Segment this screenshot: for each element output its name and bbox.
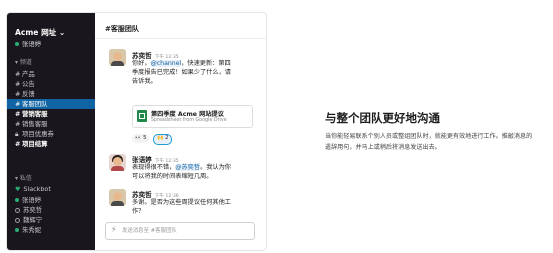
workspace-label: Acme 网址 <box>15 28 57 37</box>
hash-icon: # <box>15 110 21 118</box>
message-text-part: 表现得很不错， <box>132 164 176 171</box>
channel-label: 销售客服 <box>22 120 48 128</box>
channel-pane: #客服团队 苏奕哲 下午 12:35 你好，@channel，快速更新：第四季度报… <box>95 13 266 250</box>
file-subtitle: Spreadsheet from Google Drive <box>151 118 227 123</box>
sidebar-channel-feedback[interactable]: # 反馈 <box>7 89 95 99</box>
spreadsheet-icon <box>137 110 147 122</box>
online-status-icon <box>15 198 19 202</box>
channels-section-header[interactable]: ▾ 频道 <box>15 57 32 66</box>
hash-icon: # <box>15 80 21 88</box>
sidebar-channel-marketing-support[interactable]: # 营销客服 <box>7 109 95 119</box>
channel-label: 项目优惠券 <box>22 130 54 138</box>
hash-icon: # <box>15 120 21 128</box>
channel-label: 客服团队 <box>22 100 48 108</box>
message-input[interactable] <box>122 225 247 237</box>
dm-slackbot[interactable]: ♥ Slackbot <box>15 185 51 193</box>
heart-icon: ♥ <box>15 186 21 193</box>
dm-label: 张语婷 <box>22 196 42 204</box>
message-text-part: 你好， <box>132 60 151 67</box>
hash-icon: # <box>15 140 21 148</box>
file-attachment[interactable]: 第四季度 Acme 网站提议 Spreadsheet from Google D… <box>132 105 253 128</box>
dm-su-yizhe[interactable]: 苏奕哲 <box>15 205 42 214</box>
dm-header-label: 私信 <box>19 175 32 182</box>
current-user-name: 张语婷 <box>22 40 42 48</box>
sidebar-channel-support-team[interactable]: # 客服团队 <box>7 99 95 109</box>
file-title: 第四季度 Acme 网站提议 <box>151 111 224 118</box>
dm-wei-huining[interactable]: 魏辉宁 <box>15 215 42 224</box>
dm-label: 魏辉宁 <box>23 216 43 224</box>
channel-label: 公告 <box>22 80 35 88</box>
away-status-icon <box>15 217 20 223</box>
message-composer[interactable]: ⚡︎ <box>105 222 255 240</box>
channel-label: 产品 <box>22 70 35 78</box>
sidebar-channel-product[interactable]: # 产品 <box>7 69 95 79</box>
online-status-icon <box>15 228 19 232</box>
current-user[interactable]: 张语婷 <box>15 39 41 48</box>
message-text-part: 多谢。是否为这些周提议任何其他工作？ <box>132 199 231 215</box>
raised-hands-icon: 🙌 <box>157 135 164 141</box>
dm-section-header[interactable]: ▾ 私信 <box>15 173 32 182</box>
chevron-down-icon: ⌄ <box>56 28 66 37</box>
online-status-icon <box>15 42 19 46</box>
hash-icon: # <box>15 90 21 98</box>
dm-zhang-yuting[interactable]: 张语婷 <box>15 195 41 204</box>
lock-icon: 🔒︎ <box>15 130 19 138</box>
sidebar-channel-project-coupons[interactable]: 🔒︎ 项目优惠券 <box>7 129 95 139</box>
reaction-count: 5 <box>143 135 147 141</box>
workspace-name[interactable]: Acme 网址 ⌄ <box>15 27 65 38</box>
channel-title[interactable]: #客服团队 <box>105 24 139 34</box>
channel-mention[interactable]: @channel <box>150 60 182 67</box>
sidebar-channel-sales-support[interactable]: # 销售客服 <box>7 119 95 129</box>
avatar[interactable] <box>109 189 126 206</box>
dm-label: 苏奕哲 <box>23 206 43 214</box>
promo-description: 当你能轻易联系个别人员或整组团队时，就能更有效地进行工作。推敲消息的遣辞用句，并… <box>325 133 533 151</box>
sidebar-channel-announcements[interactable]: # 公告 <box>7 79 95 89</box>
channel-label: 反馈 <box>22 90 35 98</box>
message-text: 你好，@channel，快速更新：第四季度报告已完成！如果少了什么，请告诉我。 <box>132 59 234 86</box>
channel-label: 项目结算 <box>22 140 48 148</box>
dm-label: Slackbot <box>23 185 51 193</box>
sidebar: Acme 网址 ⌄ 张语婷 ▾ 频道 # 产品 # 公告 # 反馈 # 客服团队 # 营销… <box>7 13 95 250</box>
reaction-raised-hands[interactable]: 🙌 2 <box>153 134 173 145</box>
avatar[interactable] <box>109 154 126 171</box>
dm-zhu-xiuni[interactable]: 朱秀妮 <box>15 225 41 234</box>
message-text: 多谢。是否为这些周提议任何其他工作？ <box>132 198 234 216</box>
sidebar-channel-project-settlement[interactable]: # 项目结算 <box>7 139 95 149</box>
avatar[interactable] <box>109 49 126 66</box>
channel-label: 营销客服 <box>22 110 48 118</box>
user-mention[interactable]: @苏奕哲 <box>175 164 201 171</box>
message-text: 表现得很不错，@苏奕哲。我认为你可以将我的时间表缩短几周。 <box>132 163 236 181</box>
header-divider <box>95 38 266 39</box>
reaction-eyes[interactable]: 👀 5 <box>132 134 150 143</box>
away-status-icon <box>15 207 20 213</box>
promo-headline: 与整个团队更好地沟通 <box>325 111 440 125</box>
app-window: Acme 网址 ⌄ 张语婷 ▾ 频道 # 产品 # 公告 # 反馈 # 客服团队 # 营销… <box>7 13 266 250</box>
channels-header-label: 频道 <box>19 59 32 66</box>
lightning-bolt-icon[interactable]: ⚡︎ <box>111 225 117 234</box>
hash-icon: # <box>15 100 21 108</box>
dm-label: 朱秀妮 <box>22 226 42 234</box>
hash-icon: # <box>15 70 21 78</box>
eyes-icon: 👀 <box>135 135 142 141</box>
reaction-count: 2 <box>165 135 169 141</box>
